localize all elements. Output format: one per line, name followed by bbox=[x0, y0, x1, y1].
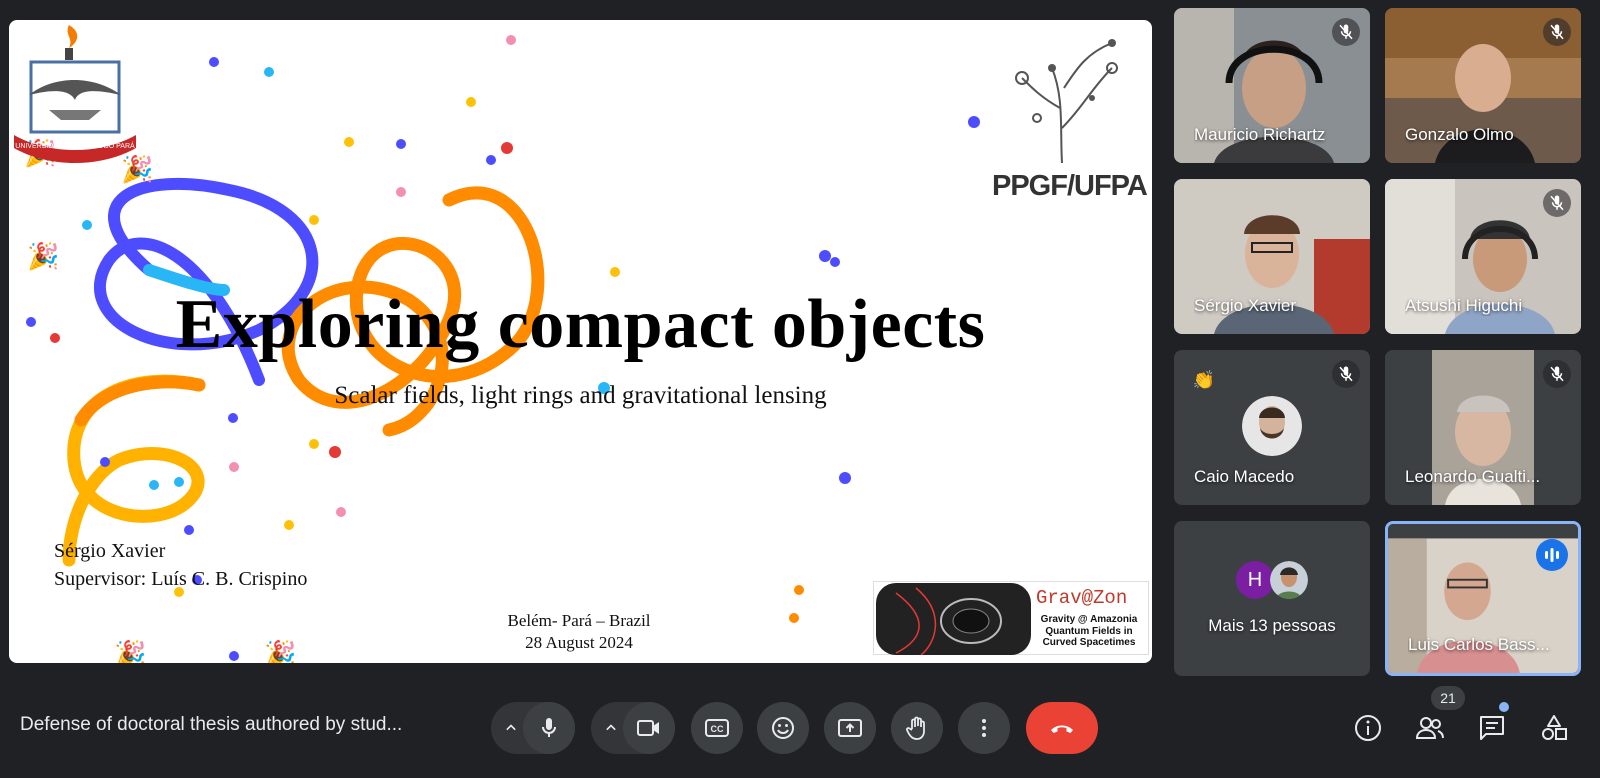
slide-place-date: Belém- Pará – Brazil 28 August 2024 bbox=[439, 610, 719, 654]
mic-button[interactable] bbox=[523, 702, 575, 754]
ppgf-logo: PPGF/UFPA bbox=[992, 28, 1148, 203]
svg-text:CC: CC bbox=[711, 724, 724, 734]
raise-hand-button[interactable] bbox=[891, 702, 943, 754]
ppgf-logo-text: PPGF/UFPA bbox=[992, 170, 1148, 202]
muted-mic-icon bbox=[1543, 360, 1571, 388]
participant-tile[interactable]: Mauricio Richartz bbox=[1174, 8, 1370, 163]
captions-icon: CC bbox=[705, 719, 729, 737]
people-icon[interactable] bbox=[1414, 712, 1446, 744]
present-button[interactable] bbox=[824, 702, 876, 754]
captions-button[interactable]: CC bbox=[691, 702, 743, 754]
gravzon-name: Grav@Zon bbox=[1036, 587, 1128, 609]
muted-mic-icon bbox=[1543, 189, 1571, 217]
more-vert-icon bbox=[982, 719, 986, 737]
participant-name: Leonardo Gualti... bbox=[1405, 467, 1541, 486]
participant-tile[interactable]: Sérgio Xavier bbox=[1174, 179, 1370, 334]
more-participants-tile[interactable]: H Mais 13 pessoas bbox=[1174, 521, 1370, 676]
present-icon bbox=[838, 719, 862, 737]
camera-icon bbox=[637, 720, 659, 736]
chevron-up-icon[interactable] bbox=[601, 718, 621, 738]
svg-text:🎉: 🎉 bbox=[27, 241, 59, 272]
slide-author-block: Sérgio Xavier Supervisor: Luís C. B. Cri… bbox=[54, 537, 307, 593]
camera-control bbox=[591, 702, 675, 754]
meet-window: 🎉🎉 🎉🎉🎉 UNIVERSIDADE FEDERAL DO PARÁ bbox=[0, 0, 1600, 778]
gravzon-line1: Gravity @ Amazonia bbox=[1040, 614, 1138, 625]
participant-name: Gonzalo Olmo bbox=[1405, 125, 1514, 144]
muted-mic-icon bbox=[1332, 18, 1360, 46]
participant-tile-active[interactable]: Luis Carlos Bass... bbox=[1385, 521, 1581, 676]
slide-supervisor: Supervisor: Luís C. B. Crispino bbox=[54, 568, 308, 590]
info-icon[interactable] bbox=[1352, 712, 1384, 744]
gravzon-line3: Curved Spacetimes bbox=[1042, 637, 1136, 648]
camera-button[interactable] bbox=[623, 702, 675, 754]
participant-name: Mauricio Richartz bbox=[1194, 125, 1326, 144]
chat-icon[interactable] bbox=[1476, 712, 1508, 744]
emoji-icon bbox=[772, 717, 794, 739]
leave-call-button[interactable] bbox=[1026, 702, 1098, 754]
participant-tile[interactable]: 👏 Caio Macedo bbox=[1174, 350, 1370, 505]
participant-tile[interactable]: Leonardo Gualti... bbox=[1385, 350, 1581, 505]
mic-icon bbox=[542, 718, 556, 737]
participant-avatar bbox=[1270, 561, 1308, 599]
muted-mic-icon bbox=[1543, 18, 1571, 46]
clap-reaction-icon: 👏 bbox=[1188, 364, 1220, 396]
more-participants-label: Mais 13 pessoas bbox=[1208, 616, 1336, 635]
presentation-slide: 🎉🎉 🎉🎉🎉 UNIVERSIDADE FEDERAL DO PARÁ bbox=[9, 20, 1152, 663]
participant-name: Caio Macedo bbox=[1194, 467, 1295, 486]
muted-mic-icon bbox=[1332, 360, 1360, 388]
participant-count-badge: 21 bbox=[1431, 686, 1465, 710]
emoji-button[interactable] bbox=[757, 702, 809, 754]
activities-icon[interactable] bbox=[1538, 712, 1570, 744]
mic-control bbox=[491, 702, 575, 754]
participant-tile[interactable]: Gonzalo Olmo bbox=[1385, 8, 1581, 163]
hand-icon bbox=[906, 716, 925, 740]
more-options-button[interactable] bbox=[958, 702, 1010, 754]
svg-text:🎉: 🎉 bbox=[264, 639, 296, 663]
speaking-indicator-icon bbox=[1536, 539, 1568, 571]
gravzon-line2: Quantum Fields in bbox=[1045, 626, 1133, 637]
slide-date: 28 August 2024 bbox=[525, 633, 633, 652]
participant-name: Sérgio Xavier bbox=[1194, 296, 1297, 315]
participant-avatar bbox=[1242, 396, 1302, 456]
chat-notification-dot bbox=[1499, 702, 1509, 712]
participant-name: Luis Carlos Bass... bbox=[1408, 635, 1550, 654]
participant-tile[interactable]: Atsushi Higuchi bbox=[1385, 179, 1581, 334]
participant-avatar-letter: H bbox=[1236, 561, 1274, 599]
ufpa-logo-text: UNIVERSIDADE FEDERAL DO PARÁ bbox=[15, 141, 135, 150]
slide-location: Belém- Pará – Brazil bbox=[507, 611, 651, 630]
slide-subtitle: Scalar fields, light rings and gravitati… bbox=[334, 382, 827, 409]
svg-text:🎉: 🎉 bbox=[114, 639, 146, 663]
meeting-title[interactable]: Defense of doctoral thesis authored by s… bbox=[20, 714, 470, 736]
slide-author: Sérgio Xavier bbox=[54, 540, 166, 562]
slide-title: Exploring compact objects bbox=[175, 286, 986, 363]
participant-name: Atsushi Higuchi bbox=[1405, 296, 1523, 315]
gravzon-logo: Grav@Zon Gravity @ Amazonia Quantum Fiel… bbox=[873, 581, 1149, 655]
chevron-up-icon[interactable] bbox=[501, 718, 521, 738]
end-call-icon bbox=[1051, 725, 1073, 733]
ufpa-logo: UNIVERSIDADE FEDERAL DO PARÁ bbox=[9, 20, 141, 180]
